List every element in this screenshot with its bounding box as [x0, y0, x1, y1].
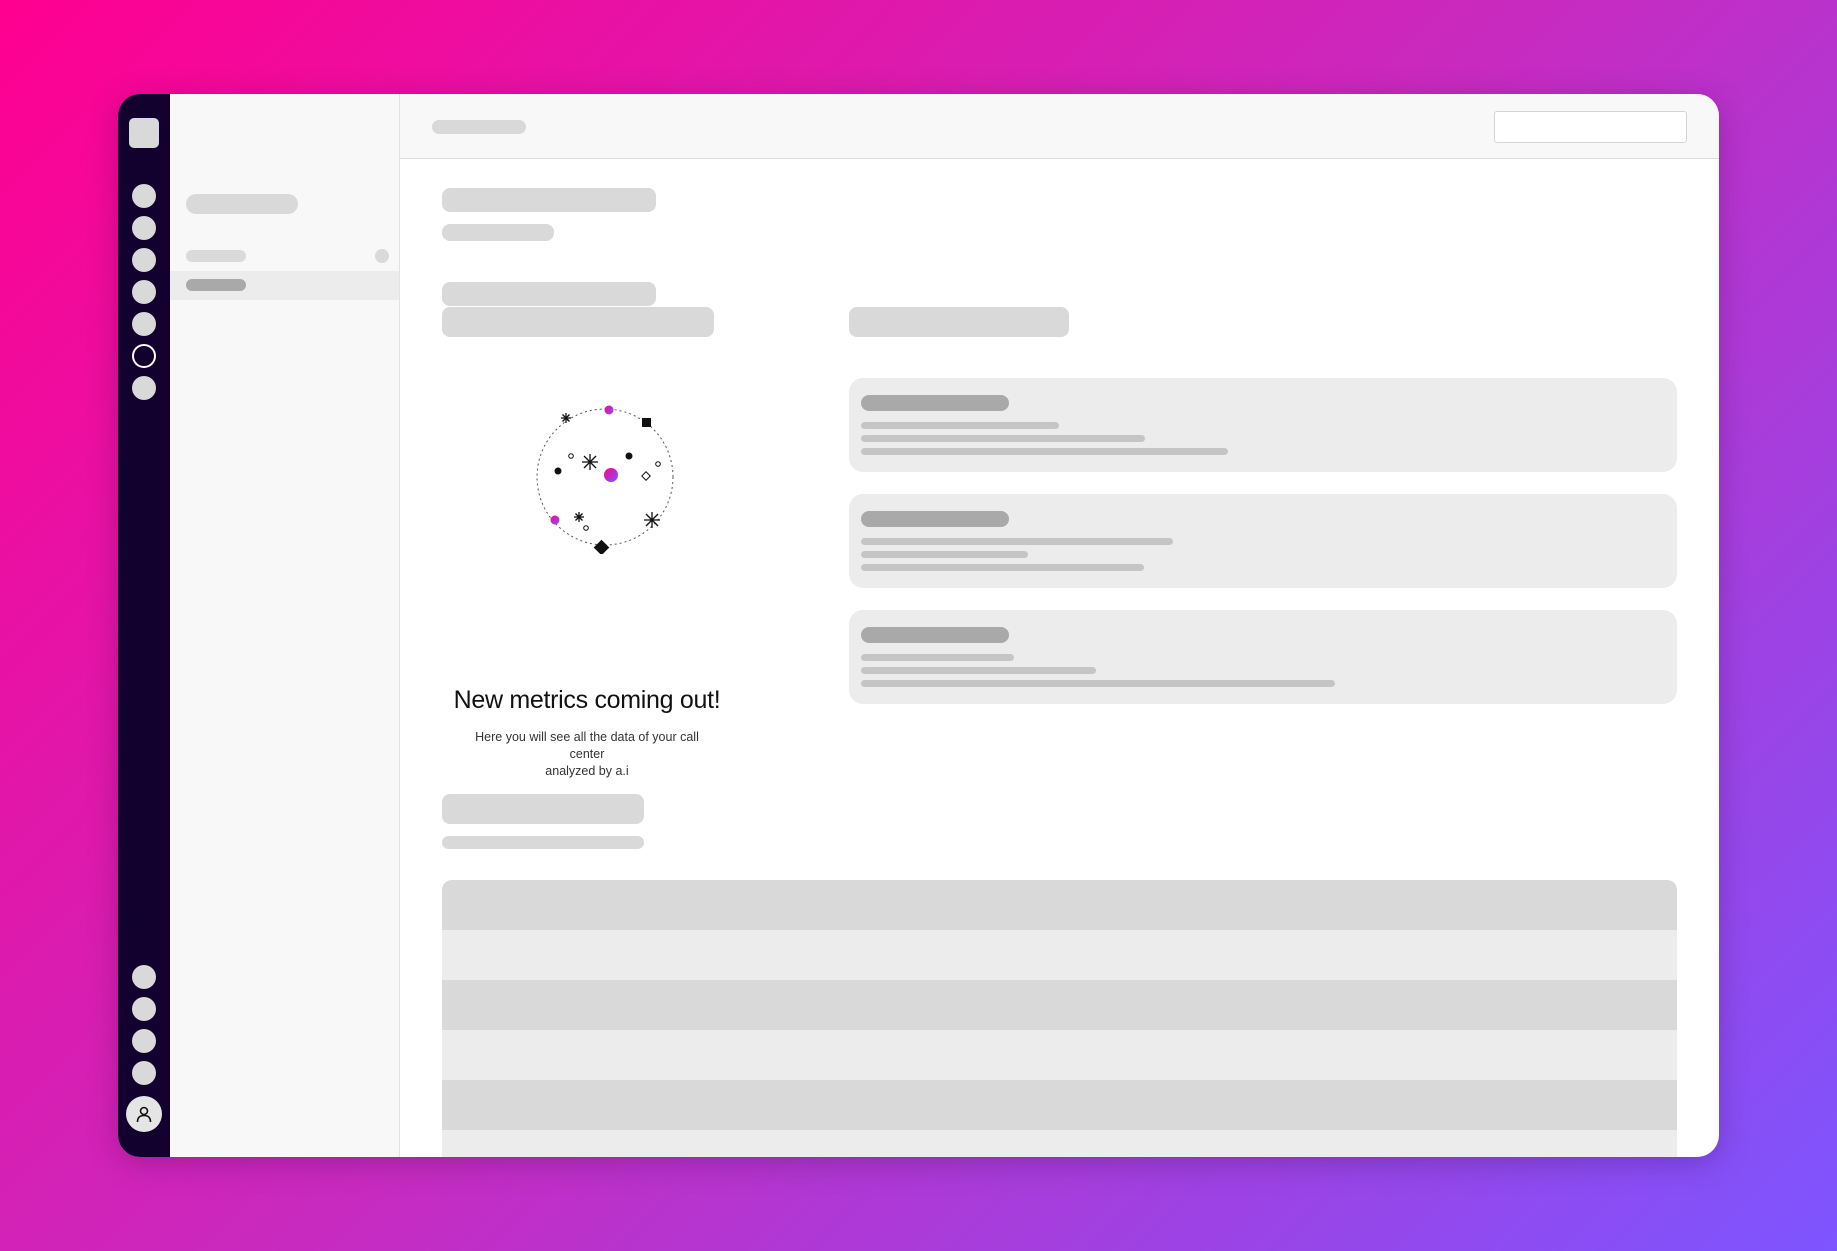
insight-card-2-line-1 [861, 538, 1173, 545]
insight-card-3[interactable] [849, 610, 1677, 704]
app-window: New metrics coming out! Here you will se… [118, 94, 1719, 1157]
person-icon [136, 1106, 152, 1123]
nav-icon-7[interactable] [132, 376, 156, 400]
insight-card-3-line-3 [861, 680, 1335, 687]
insight-card-3-line-1 [861, 654, 1014, 661]
data-table [442, 880, 1677, 1157]
empty-state-description: Here you will see all the data of your c… [462, 729, 712, 780]
insight-card-2-title-placeholder [861, 511, 1009, 527]
insight-card-1-title-placeholder [861, 395, 1009, 411]
insight-card-2[interactable] [849, 494, 1677, 588]
sidebar-item-1[interactable] [186, 250, 246, 262]
table-row[interactable] [442, 980, 1677, 1030]
nav-icon-bottom-2[interactable] [132, 997, 156, 1021]
icon-rail [118, 94, 170, 1157]
sidebar-item-2-label [186, 279, 246, 291]
table-section-title-placeholder [442, 794, 644, 824]
nav-icon-bottom-4[interactable] [132, 1061, 156, 1085]
table-row[interactable] [442, 930, 1677, 980]
user-avatar-icon[interactable] [126, 1096, 162, 1132]
page-subtitle-placeholder [442, 224, 554, 241]
nav-icon-metrics[interactable] [132, 344, 156, 368]
nav-icon-2[interactable] [132, 216, 156, 240]
sidebar-item-2-selected[interactable] [170, 271, 399, 300]
app-logo-icon[interactable] [129, 118, 159, 148]
nav-icon-3[interactable] [132, 248, 156, 272]
page-title-placeholder [442, 188, 656, 212]
insight-card-3-line-2 [861, 667, 1096, 674]
nav-icon-bottom-3[interactable] [132, 1029, 156, 1053]
sparkle-orbit-icon [536, 405, 674, 554]
empty-state-description-line-2: analyzed by a.i [545, 764, 629, 778]
table-header-row [442, 880, 1677, 930]
table-section-subtitle-placeholder [442, 836, 644, 849]
table-row[interactable] [442, 1080, 1677, 1130]
table-row[interactable] [442, 1130, 1677, 1157]
metrics-card-heading-placeholder [442, 307, 714, 337]
insight-card-1[interactable] [849, 378, 1677, 472]
insights-heading-placeholder [849, 307, 1069, 337]
table-row[interactable] [442, 1030, 1677, 1080]
empty-state-title: New metrics coming out! [453, 686, 721, 714]
sidebar-title-placeholder [186, 194, 298, 214]
nav-icon-1[interactable] [132, 184, 156, 208]
insight-card-1-line-2 [861, 435, 1145, 442]
content-area: New metrics coming out! Here you will se… [400, 94, 1719, 1157]
nav-icon-bottom-1[interactable] [132, 965, 156, 989]
insight-card-2-line-2 [861, 551, 1028, 558]
nav-icon-4[interactable] [132, 280, 156, 304]
secondary-sidebar [170, 94, 400, 1157]
insight-card-2-line-3 [861, 564, 1144, 571]
insight-card-1-line-3 [861, 448, 1228, 455]
insight-card-1-line-1 [861, 422, 1059, 429]
empty-state-description-line-1: Here you will see all the data of your c… [475, 730, 699, 761]
nav-icon-5[interactable] [132, 312, 156, 336]
insight-card-3-title-placeholder [861, 627, 1009, 643]
sidebar-item-1-badge [375, 249, 389, 263]
